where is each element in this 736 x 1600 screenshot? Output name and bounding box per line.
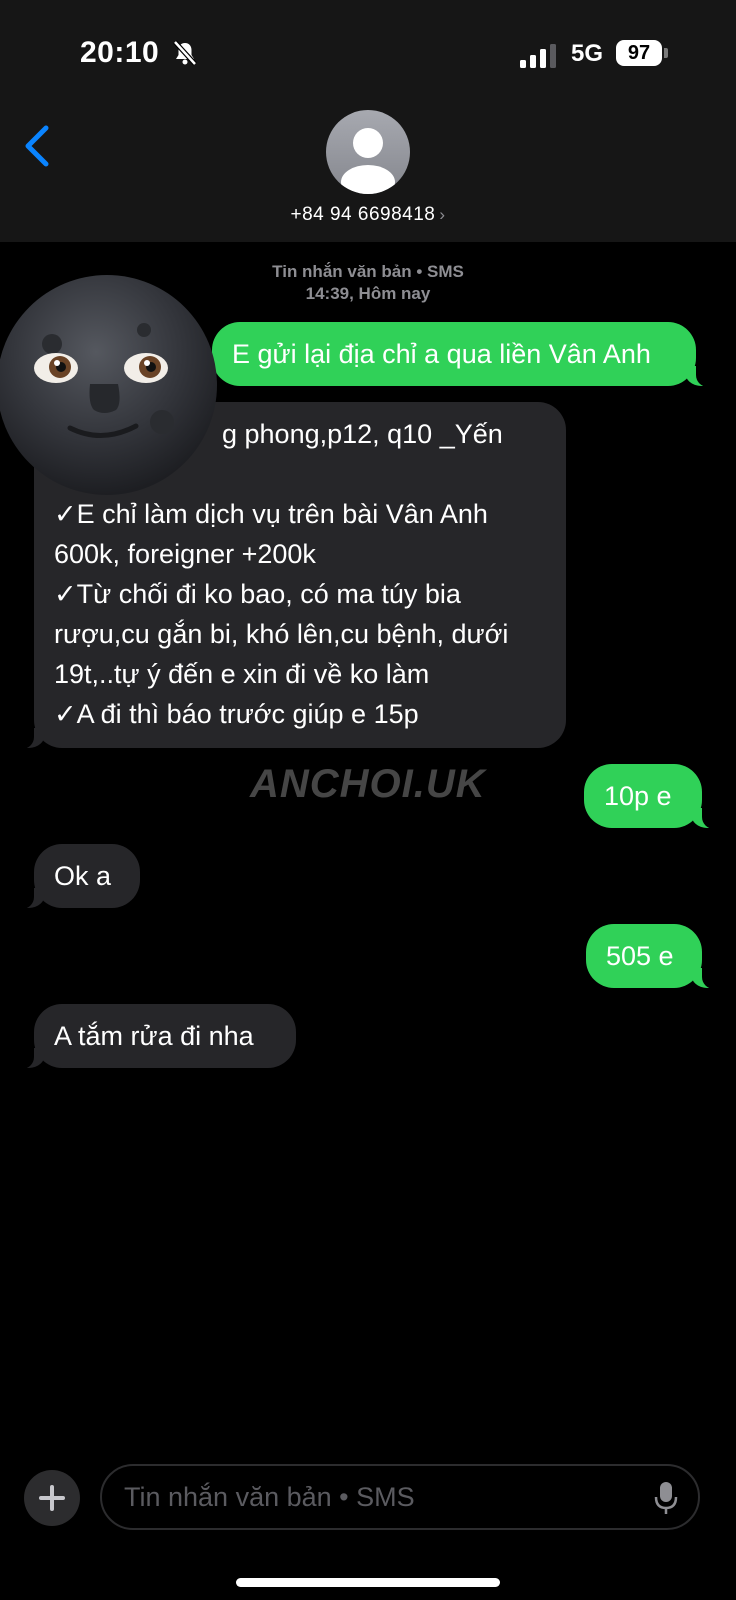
contact-avatar[interactable] bbox=[326, 110, 410, 194]
message-text: ✓Từ chối đi ko bao, có ma túy bia bbox=[54, 579, 461, 609]
battery-nub bbox=[664, 48, 668, 58]
battery-indicator: 97 bbox=[616, 40, 662, 66]
contact-number[interactable]: +84 94 6698418 bbox=[290, 204, 435, 225]
message-text: 600k, foreigner +200k bbox=[54, 539, 316, 569]
message-text: 10p e bbox=[604, 781, 672, 811]
home-indicator[interactable] bbox=[236, 1578, 500, 1587]
message-text: 505 e bbox=[606, 941, 674, 971]
add-attachment-button[interactable] bbox=[24, 1470, 80, 1526]
person-icon bbox=[341, 128, 395, 194]
back-chevron-icon[interactable] bbox=[22, 124, 52, 168]
message-input-placeholder: Tin nhắn văn bản • SMS bbox=[124, 1482, 415, 1512]
network-type: 5G bbox=[571, 40, 604, 67]
watermark-text: ANCHOI.UK bbox=[250, 762, 486, 806]
message-text: rượu,cu gắn bi, khó lên,cu bệnh, dưới bbox=[54, 619, 509, 649]
contact-name-row[interactable]: +84 94 6698418 › bbox=[0, 204, 736, 226]
message-text: ✓A đi thì báo trước giúp e 15p bbox=[54, 699, 419, 729]
message-text: Ok a bbox=[54, 861, 112, 891]
bell-slash-icon bbox=[173, 40, 197, 66]
message-input[interactable]: Tin nhắn văn bản • SMS bbox=[100, 1464, 700, 1530]
outgoing-message[interactable]: 505 e bbox=[586, 924, 721, 989]
message-text: 19t,..tự ý đến e xin đi về ko làm bbox=[54, 659, 430, 689]
signal-icon bbox=[520, 44, 556, 68]
message-text: A tắm rửa đi nha bbox=[54, 1021, 254, 1051]
incoming-message[interactable]: Ok a bbox=[15, 844, 140, 909]
outgoing-message[interactable]: 10p e bbox=[584, 764, 721, 829]
chevron-right-icon: › bbox=[439, 205, 446, 224]
incoming-message[interactable]: A tắm rửa đi nha bbox=[15, 1004, 296, 1069]
message-text: ✓E chỉ làm dịch vụ trên bài Vân Anh bbox=[54, 499, 488, 529]
mic-icon[interactable] bbox=[654, 1480, 678, 1516]
status-time: 20:10 bbox=[80, 36, 160, 69]
plus-icon bbox=[39, 1485, 65, 1511]
message-text: E gửi lại địa chỉ a qua liền Vân Anh bbox=[232, 339, 651, 369]
moon-face-emoji bbox=[0, 275, 217, 495]
outgoing-message[interactable]: E gửi lại địa chỉ a qua liền Vân Anh bbox=[212, 322, 715, 387]
